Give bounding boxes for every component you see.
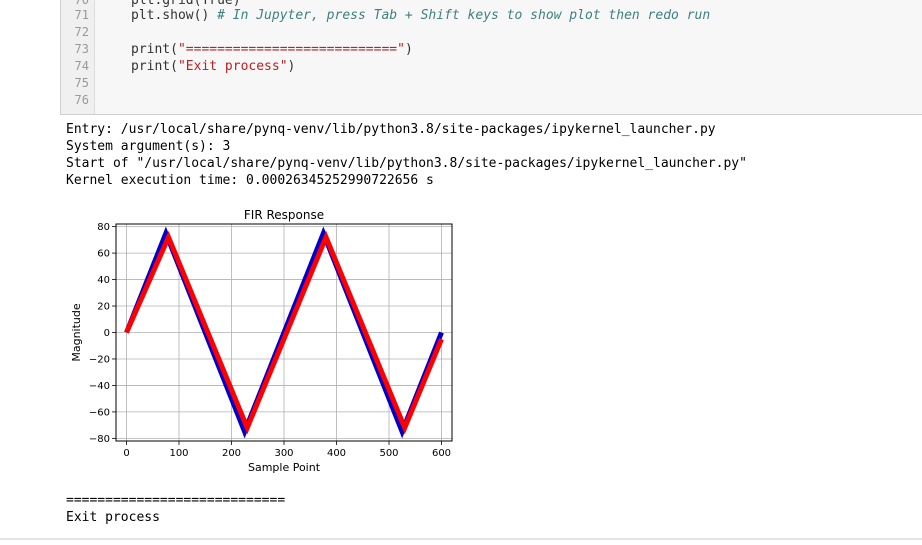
- output-line-start: Start of "/usr/local/share/pynq-venv/lib…: [66, 156, 747, 171]
- line-number: 72: [74, 25, 89, 39]
- x-tick-label: 200: [222, 448, 241, 459]
- line-number: 74: [74, 59, 89, 73]
- chart-title: FIR Response: [244, 208, 324, 222]
- separator-line: ============================: [66, 493, 286, 508]
- cell-divider: [0, 538, 922, 540]
- y-tick-label: 20: [97, 302, 110, 313]
- fir-response-figure: 0 100 200 300 400 500 600 80 60 40 20 0 −20 −40 −60 −80…: [66, 205, 466, 480]
- code-cell[interactable]: 70 plt.grid(True) 71 plt.show() # In Jupy…: [60, 0, 922, 115]
- string-token: "Exit process": [177, 59, 288, 74]
- x-tick-label: 600: [432, 448, 451, 459]
- code-line: 75: [61, 75, 922, 92]
- cell-output-tail: ============================ Exit proces…: [66, 492, 285, 526]
- output-line-entry: Entry: /usr/local/share/pynq-venv/lib/py…: [66, 122, 716, 137]
- cell-output: Entry: /usr/local/share/pynq-venv/lib/py…: [66, 121, 747, 189]
- line-number: 71: [74, 8, 89, 22]
- code-line: 74 print("Exit process"): [61, 58, 922, 75]
- x-tick-label: 300: [274, 448, 293, 459]
- fir-response-chart: 0 100 200 300 400 500 600806040200−20−40−60−80…: [70, 208, 453, 474]
- code-token: ): [404, 42, 413, 57]
- exit-message: Exit process: [66, 510, 160, 525]
- output-line-time: Kernel execution time: 0.000263452529907…: [66, 173, 434, 188]
- y-tick-label: −60: [89, 407, 110, 418]
- y-tick-label: 40: [97, 275, 110, 286]
- code-text: print("Exit process"): [131, 58, 295, 75]
- comment-token: # In Jupyter, press Tab + Shift keys to …: [217, 8, 711, 23]
- code-line: 71 plt.show() # In Jupyter, press Tab + S…: [61, 7, 922, 24]
- y-tick-label: 60: [97, 249, 110, 260]
- line-number: 75: [74, 76, 89, 90]
- y-tick-label: −80: [89, 434, 110, 445]
- code-token: ): [287, 59, 296, 74]
- code-line: 72: [61, 24, 922, 41]
- code-token: print(: [131, 59, 178, 74]
- code-line: 73 print("==========================="): [61, 41, 922, 58]
- y-tick-label: −40: [89, 381, 110, 392]
- x-axis-label: Sample Point: [248, 461, 321, 474]
- x-tick-label: 400: [327, 448, 346, 459]
- string-token: "===========================": [177, 42, 405, 57]
- code-line: 76: [61, 92, 922, 109]
- code-text: plt.show() # In Jupyter, press Tab + Shi…: [131, 7, 710, 24]
- line-number: 76: [74, 93, 89, 107]
- y-tick-label: −20: [89, 354, 110, 365]
- y-axis-label: Magnitude: [70, 303, 83, 362]
- y-tick-label: 80: [97, 222, 110, 233]
- x-tick-label: 500: [379, 448, 398, 459]
- output-line-args: System argument(s): 3: [66, 139, 231, 154]
- code-token: print(: [131, 42, 178, 57]
- x-tick-label: 0: [123, 448, 129, 459]
- code-text: print("==========================="): [131, 41, 413, 58]
- x-tick-label: 100: [169, 448, 188, 459]
- y-tick-label: 0: [104, 328, 110, 339]
- code-token: plt.show(): [131, 8, 218, 23]
- line-number: 73: [74, 42, 89, 56]
